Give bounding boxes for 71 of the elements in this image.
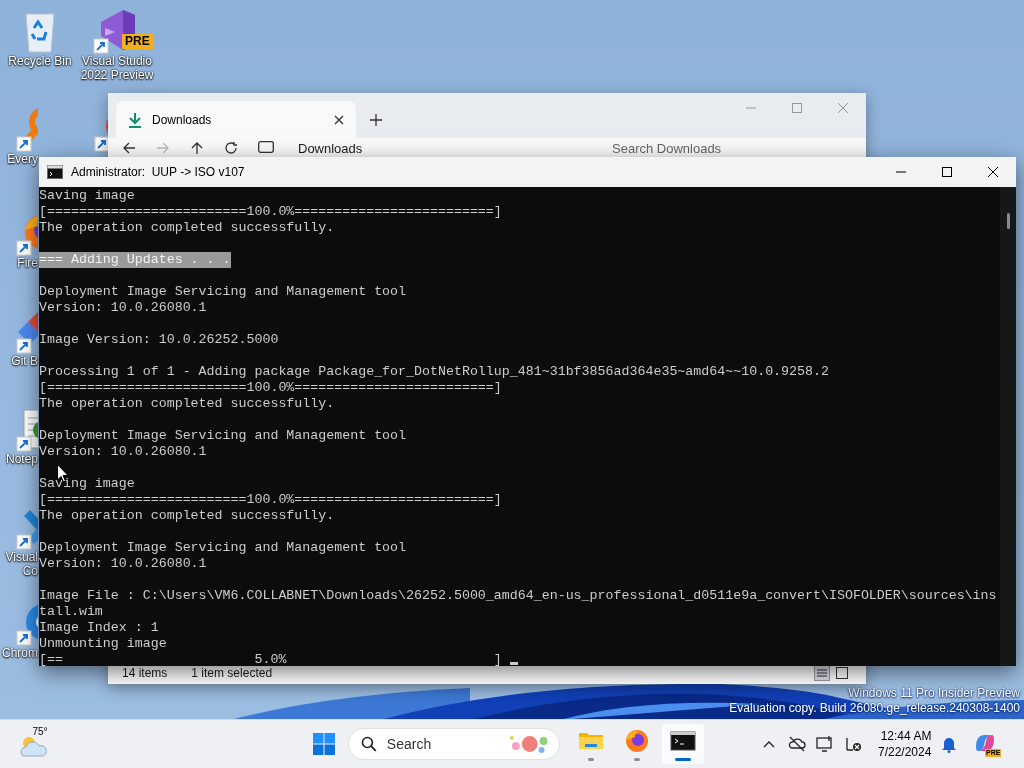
preview-badge: PRE [122,34,153,49]
text-cursor [509,662,518,665]
icon-label: Recycle Bin [8,54,72,68]
scrollbar[interactable] [1000,187,1016,666]
firefox-icon [623,727,651,753]
icon-label: Notep [5,452,38,466]
console-line: Image Index : 1 [39,620,159,636]
close-icon [837,102,849,114]
console-line: Image File : C:\Users\VM6.COLLABNET\Downloads\26252.5000_amd64_en-us_professional_d0511e9a_convert\ISOFOLDER\sources\ins [39,588,997,604]
search-icon [361,736,377,752]
console-line: Processing 1 of 1 - Adding package Package_for_DotNetRollup_481~31bf3856ad364e35~amd64~~10.0.9258.2 [39,364,829,380]
icon-label: Chrom [2,646,38,660]
console-line: Version: 10.0.26080.1 [39,300,207,316]
icon-label: Co [22,564,38,578]
network-error-icon [844,735,862,753]
console-line: Saving image [39,476,135,492]
monitor-icon [258,141,274,153]
search-field[interactable]: Search Downloads [612,141,792,156]
status-text: 14 items [122,666,168,680]
watermark-text: Windows 11 Pro Insider Preview [848,686,1020,701]
console-line: [== 5.0% ] [39,652,502,666]
taskbar-app[interactable] [662,724,704,764]
notifications-button[interactable] [941,735,958,753]
clock[interactable]: 12:44 AM 7/22/2024 [878,728,932,760]
maximize-icon [791,102,803,114]
download-icon [128,111,142,128]
back-arrow-icon[interactable] [122,141,136,155]
console-line: Version: 10.0.26080.1 [39,556,207,572]
tray-button[interactable] [816,735,834,753]
up-arrow-icon[interactable] [190,141,204,155]
windows-logo-icon [312,732,336,756]
tiles-view-icon[interactable] [834,665,850,681]
console-line: Saving image [39,188,135,204]
console-line: [=========================100.0%=========================] [39,492,502,508]
close-icon [987,166,999,178]
cloud-off-icon [788,735,806,753]
console-line: [=========================100.0%=========================] [39,380,502,396]
icon-label: Visual [5,550,38,564]
maximize-icon [941,166,953,178]
window-title: Administrator: UUP -> ISO v107 [71,165,245,179]
display-icon [816,735,834,753]
icon-label: Git B [11,354,38,368]
plus-icon [370,113,382,126]
close-icon[interactable] [334,114,344,125]
console-line: Deployment Image Servicing and Management tool [39,540,407,556]
icon-label: Every [7,152,38,166]
console-line: Version: 10.0.26080.1 [39,444,207,460]
console-line: Deployment Image Servicing and Management tool [39,284,407,300]
search-button[interactable]: Search [348,728,560,760]
console-line: The operation completed successfully. [39,508,335,524]
watermark-text: Evaluation copy. Build 26080.ge_release.240308-1400 [729,701,1020,716]
console-line: Deployment Image Servicing and Management tool [39,428,407,444]
console-line: Unmounting image [39,636,167,652]
console-line: [=========================100.0%=========================] [39,204,502,220]
cloud-icon [19,737,49,757]
console-line: tall.wim [39,604,103,620]
browser-tab[interactable]: Downloads [116,101,356,138]
breadcrumb[interactable]: Downloads [298,141,363,156]
tray-button[interactable] [844,735,862,753]
refresh-icon[interactable] [224,141,238,155]
icon-label: 2022 Preview [80,68,154,82]
console-line: The operation completed successfully. [39,396,335,412]
tray-button[interactable] [788,735,806,753]
console-line: Image Version: 10.0.26252.5000 [39,332,279,348]
status-text: 1 item selected [191,666,273,680]
icon-label: Visual Studio [82,54,152,68]
bell-icon [941,735,958,753]
command-prompt-icon [47,165,63,179]
console-line: The operation completed successfully. [39,220,335,236]
icon-label: Fire [17,256,38,270]
weather-widget[interactable]: 75° [14,726,54,762]
